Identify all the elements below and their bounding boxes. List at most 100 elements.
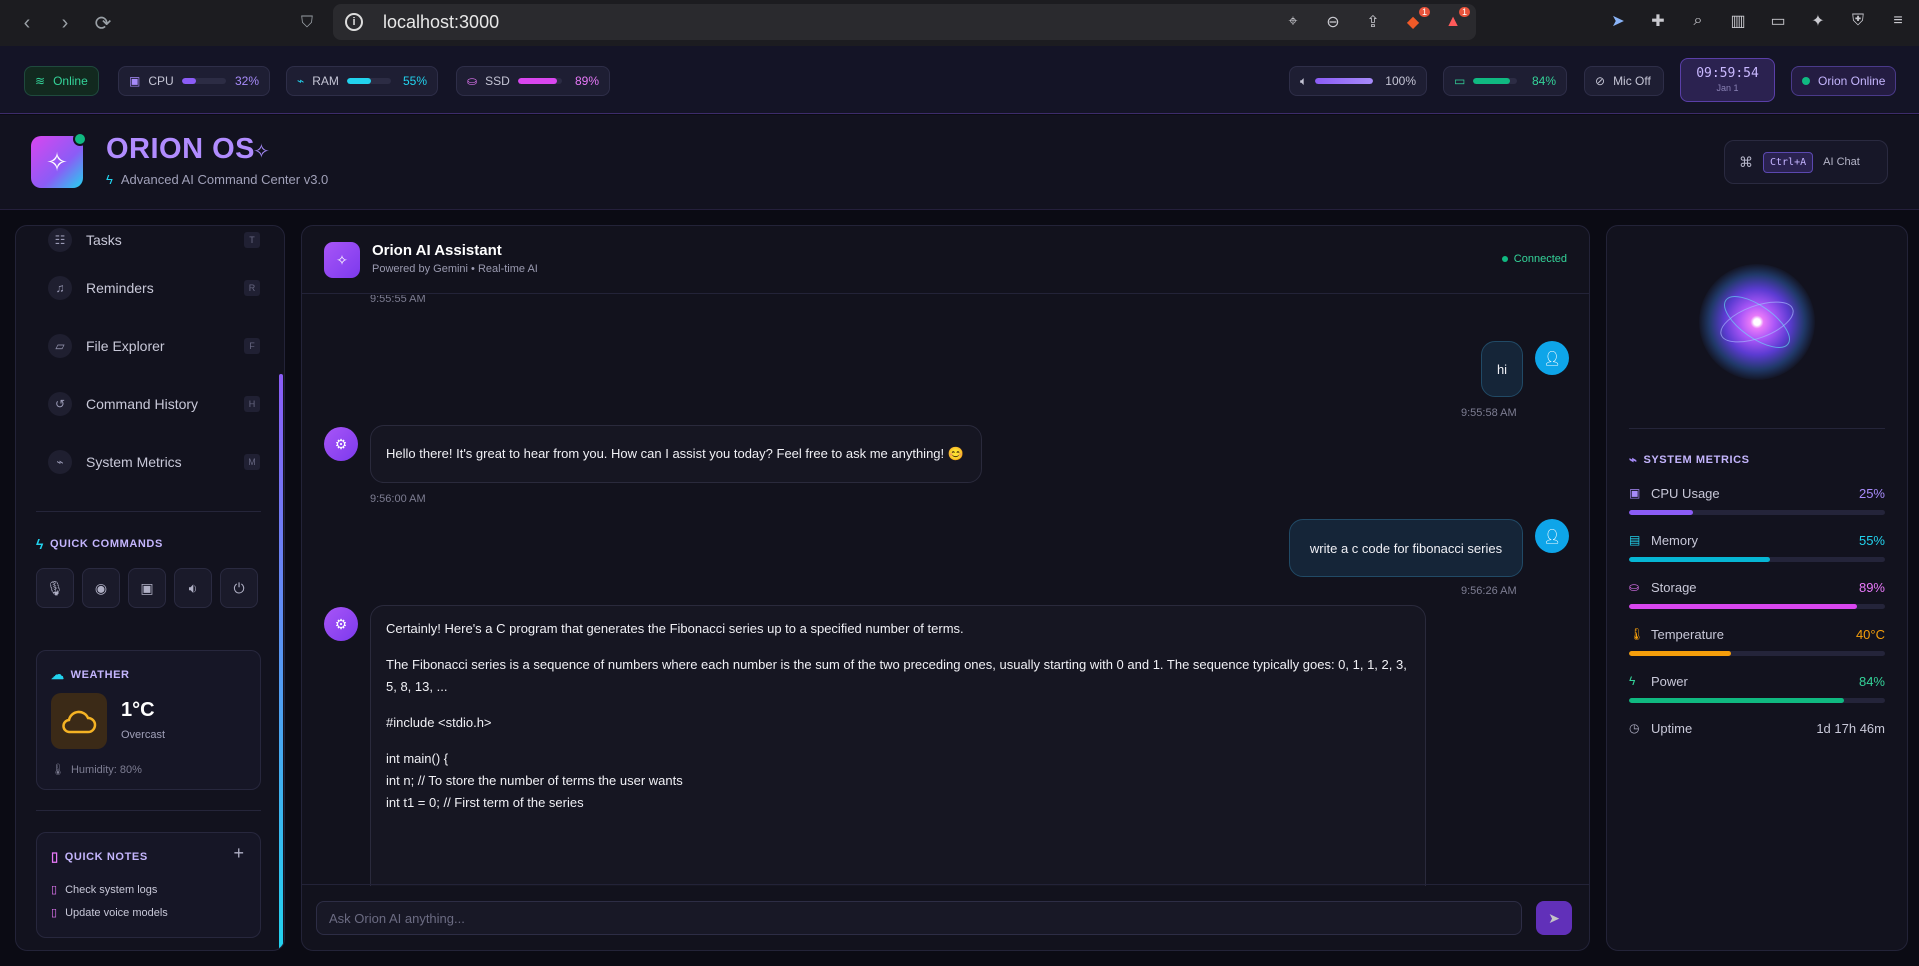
- sidebar-item-file-explorer[interactable]: ▱ File Explorer F: [48, 327, 260, 365]
- search-tab-icon[interactable]: ⌕: [1685, 8, 1711, 34]
- hard-drive-icon: ⛀: [1629, 580, 1640, 594]
- user-message: hi: [1481, 341, 1523, 397]
- metric-uptime: ◷ Uptime 1d 17h 46m: [1629, 720, 1885, 736]
- online-dot-icon: [73, 132, 87, 146]
- sparkles-icon: ✧: [336, 251, 348, 268]
- clock-time: 09:59:54: [1696, 66, 1759, 81]
- user-avatar: 👤︎: [1535, 341, 1569, 375]
- quick-command-microphone[interactable]: 🎙︎: [36, 568, 74, 608]
- orion-online-badge: Orion Online: [1791, 66, 1897, 96]
- cpu-bar: [181, 78, 226, 84]
- cpu-icon: ▣: [1629, 486, 1641, 500]
- leo-ai-icon[interactable]: ✦: [1805, 8, 1831, 34]
- chat-header: ✧ Orion AI Assistant Powered by Gemini •…: [302, 226, 1589, 294]
- quick-commands-title: ϟ QUICK COMMANDS: [36, 536, 163, 552]
- checklist-icon: ☷: [48, 228, 72, 252]
- power-bar: [1629, 698, 1885, 703]
- sparkles-icon: ✧: [46, 146, 68, 177]
- ai-chat-shortcut[interactable]: ⌘ Ctrl+A AI Chat: [1724, 140, 1888, 184]
- volume-slider[interactable]: [1315, 78, 1374, 84]
- ssd-bar: [517, 78, 562, 84]
- back-icon[interactable]: ‹: [12, 8, 42, 38]
- activity-icon: ⌁: [1629, 452, 1638, 467]
- metric-power: ϟ Power 84%: [1629, 672, 1885, 703]
- message-time: 9:56:00 AM: [370, 493, 426, 505]
- sparkle-icon: ✧: [253, 141, 270, 163]
- zoom-out-icon[interactable]: ⊖: [1320, 9, 1346, 35]
- ai-avatar: ✧: [324, 242, 360, 278]
- reload-icon[interactable]: ⟳: [88, 8, 118, 38]
- location-icon[interactable]: ⌖: [1280, 9, 1306, 35]
- site-info-icon[interactable]: i: [345, 13, 363, 31]
- app-title: ORION OS: [106, 133, 256, 165]
- hard-drive-icon: ⛀: [467, 74, 478, 88]
- forward-icon[interactable]: ›: [50, 8, 80, 38]
- note-icon: ▯: [51, 884, 58, 896]
- battery-status: ▭ 84%: [1443, 66, 1567, 96]
- weather-title: ☁ WEATHER: [51, 667, 130, 682]
- chat-messages[interactable]: 9:55:55 AM hi 👤︎ 9:55:58 AM ⚙ Hello ther…: [302, 295, 1589, 886]
- battery-icon: ▭: [1454, 74, 1466, 88]
- mic-toggle[interactable]: ⊘ Mic Off: [1584, 66, 1664, 96]
- volume-control[interactable]: 🔈︎ 100%: [1289, 66, 1427, 96]
- weather-temp: 1°C: [121, 699, 155, 721]
- note-icon: ▯: [51, 907, 58, 919]
- clock-icon: ◷: [1629, 721, 1640, 735]
- wifi-icon: ≋: [35, 74, 46, 88]
- metric-memory: ▤ Memory 55%: [1629, 531, 1885, 562]
- orion-logo: ✧: [31, 132, 87, 188]
- ai-message: Certainly! Here's a C program that gener…: [370, 605, 1426, 886]
- message-time: 9:55:58 AM: [1461, 407, 1517, 419]
- chat-input-area: ➤: [302, 884, 1589, 950]
- sidebar-item-system-metrics[interactable]: ⌁ System Metrics M: [48, 443, 260, 481]
- add-note-button[interactable]: +: [233, 843, 244, 864]
- shortcut-key: Ctrl+A: [1763, 151, 1814, 173]
- note-item[interactable]: ▯ Check system logs: [51, 883, 157, 896]
- quick-command-screen[interactable]: ▣: [128, 568, 166, 608]
- sidebar-item-reminders[interactable]: ♫ Reminders R: [48, 269, 260, 307]
- ai-avatar: ⚙: [324, 427, 358, 461]
- user-message: write a c code for fibonacci series: [1289, 519, 1523, 577]
- address-bar[interactable]: i localhost:3000 ⌖ ⊖ ⇪ ◆ 1 ▲ 1: [333, 4, 1476, 40]
- menu-icon[interactable]: ≡: [1885, 8, 1911, 34]
- quick-command-screenshot[interactable]: ◉: [82, 568, 120, 608]
- metric-temperature: 🌡︎ Temperature 40°C: [1629, 625, 1885, 656]
- chat-input[interactable]: [316, 901, 1522, 935]
- message-time: 9:55:55 AM: [370, 295, 426, 305]
- temperature-bar: [1629, 651, 1885, 656]
- quick-notes-title: ▯ QUICK NOTES: [51, 849, 148, 864]
- volume-icon: 🔉︎: [188, 579, 198, 596]
- quick-notes-card: ▯ QUICK NOTES + ▯ Check system logs ▯ Upda…: [36, 832, 261, 938]
- extensions-icon[interactable]: ✚: [1645, 8, 1671, 34]
- note-item[interactable]: ▯ Update voice models: [51, 906, 168, 919]
- ram-status: ⌁ RAM 55%: [286, 66, 438, 96]
- share-icon[interactable]: ⇪: [1360, 9, 1386, 35]
- cloud-icon: ☁: [51, 667, 65, 682]
- wallet-icon[interactable]: ▭: [1765, 8, 1791, 34]
- folder-icon: ▱: [48, 334, 72, 358]
- bookmark-icon[interactable]: ⛉: [292, 8, 322, 38]
- ai-message: Hello there! It's great to hear from you…: [370, 425, 982, 483]
- sidebar-toggle-icon[interactable]: ▥: [1725, 8, 1751, 34]
- weather-desc: Overcast: [121, 729, 166, 741]
- clock-widget: 09:59:54 Jan 1: [1680, 58, 1775, 102]
- brave-shields-icon[interactable]: ◆ 1: [1400, 7, 1430, 35]
- sidebar-item-command-history[interactable]: ↺ Command History H: [48, 385, 260, 423]
- browser-toolbar: ‹ › ⟳ ⛉ i localhost:3000 ⌖ ⊖ ⇪ ◆ 1 ▲ 1 ➤ ✚…: [0, 0, 1919, 46]
- sidebar-scrollbar[interactable]: [279, 374, 283, 950]
- mic-off-icon: ⊘: [1595, 74, 1606, 88]
- vpn-icon[interactable]: ⛨: [1845, 8, 1871, 34]
- sidebar-item-tasks[interactable]: ☷ Tasks T: [48, 226, 260, 259]
- connection-status: Connected: [1501, 253, 1567, 265]
- send-button[interactable]: ➤: [1536, 901, 1572, 935]
- weather-humidity: 🌡︎ Humidity: 80%: [51, 764, 142, 776]
- cursor-extension-icon[interactable]: ➤: [1605, 8, 1631, 34]
- user-avatar: 👤︎: [1535, 519, 1569, 553]
- quick-command-volume[interactable]: 🔉︎: [174, 568, 212, 608]
- volume-icon: 🔈︎: [1300, 73, 1308, 88]
- chat-title: Orion AI Assistant: [372, 242, 502, 259]
- quick-command-power[interactable]: ⏻: [220, 568, 258, 608]
- bot-icon: ⚙: [334, 615, 348, 632]
- orion-orb: [1699, 264, 1815, 380]
- brave-rewards-icon[interactable]: ▲ 1: [1440, 7, 1470, 35]
